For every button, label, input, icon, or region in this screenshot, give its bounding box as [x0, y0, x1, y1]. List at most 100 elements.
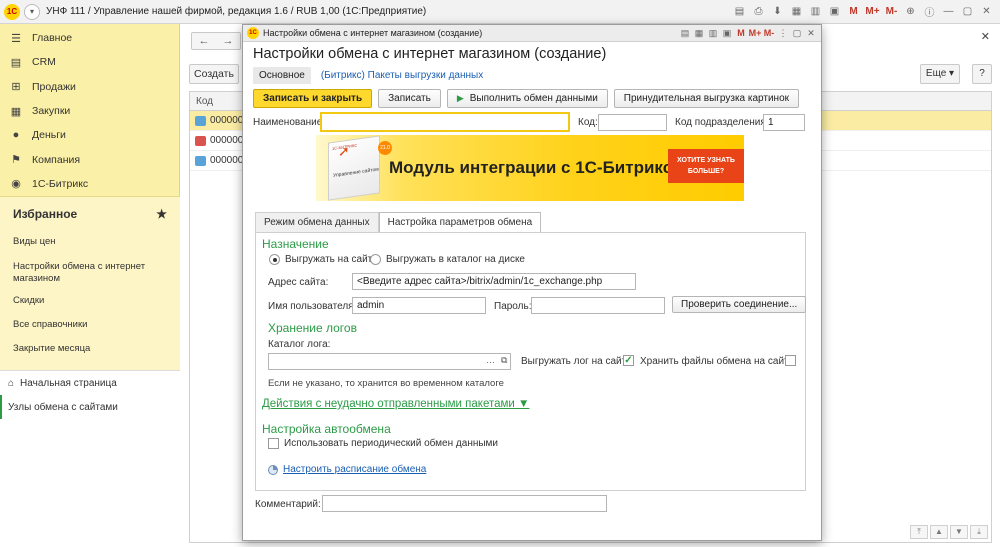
play-icon: ▶ — [456, 93, 464, 103]
open-window-item[interactable]: Узлы обмена с сайтами — [0, 395, 180, 419]
failed-packages-link[interactable]: Действия с неудачно отправленными пакета… — [262, 398, 529, 410]
keep-files-checkbox[interactable] — [785, 355, 796, 366]
scroll-top-icon[interactable]: ⤒ — [910, 525, 928, 539]
minimize-icon[interactable]: — — [941, 4, 956, 19]
favorite-item[interactable]: Все справочники — [0, 319, 180, 331]
exchange-settings-dialog: 1С Настройки обмена с интернет магазином… — [242, 24, 822, 541]
save-icon[interactable]: ⬇ — [770, 4, 785, 19]
calculator-icon[interactable]: ▣ — [721, 26, 733, 40]
forward-arrow-icon[interactable]: → — [216, 33, 240, 49]
code-input[interactable] — [598, 114, 667, 131]
main-menu-icon[interactable]: ▾ — [24, 3, 40, 20]
banner-cta[interactable]: ХОТИТЕ УЗНАТЬ БОЛЬШЕ? — [668, 149, 744, 183]
favorite-item[interactable]: Скидки — [0, 295, 180, 307]
table-icon[interactable]: ▦ — [693, 26, 705, 40]
home-icon: ⌂ — [8, 377, 15, 389]
choose-dir-icon[interactable]: … — [486, 355, 495, 365]
periodic-exchange-checkbox[interactable] — [268, 438, 279, 449]
tab-exchange-params[interactable]: Настройка параметров обмена — [378, 212, 542, 233]
password-input[interactable] — [531, 297, 665, 314]
home-page-link[interactable]: ⌂ Начальная страница — [0, 371, 180, 395]
tab-main[interactable]: Основное — [253, 67, 311, 84]
upload-log-checkbox[interactable]: ✓ — [623, 355, 634, 366]
site-address-input[interactable]: <Введите адрес сайта>/bitrix/admin/1c_ex… — [352, 273, 636, 290]
scroll-down-icon[interactable]: ▼ — [950, 525, 968, 539]
sidebar-item-main[interactable]: ☰ Главное — [0, 26, 179, 50]
tab-packages-link[interactable]: (Битрикс) Пакеты выгрузки данных — [321, 70, 483, 81]
password-label: Пароль: — [494, 301, 532, 312]
table-icon[interactable]: ▦ — [789, 4, 804, 19]
more-button[interactable]: Еще ▾ — [920, 64, 960, 84]
sidebar: ☰ Главное ▤ CRM ⊞ Продажи ▦ Закупки ● Деньги … — [0, 24, 180, 547]
upload-log-label: Выгружать лог на сайт: — [521, 356, 629, 367]
calculator-icon[interactable]: ▣ — [827, 4, 842, 19]
favorite-item[interactable]: Настройки обмена с интернет магазином — [0, 261, 180, 285]
sidebar-item-sales[interactable]: ⊞ Продажи — [0, 75, 179, 99]
favorites-header: Избранное ★ — [0, 197, 180, 221]
close-icon[interactable]: ✕ — [805, 26, 817, 40]
radio-upload-disk[interactable]: Выгружать в каталог на диске — [370, 254, 525, 265]
more-options-icon[interactable]: ⋮ — [777, 26, 789, 40]
save-button[interactable]: Записать — [378, 89, 441, 108]
memory-plus-button[interactable]: M+ — [865, 4, 880, 19]
keep-files-label: Хранить файлы обмена на сайте: — [640, 356, 797, 367]
star-icon[interactable]: ★ — [156, 207, 167, 221]
log-dir-input[interactable] — [268, 353, 511, 370]
dialog-window-title: Настройки обмена с интернет магазином (с… — [263, 28, 483, 38]
zoom-icon[interactable]: ⊕ — [903, 4, 918, 19]
radio-upload-site[interactable]: Выгружать на сайт — [269, 254, 372, 265]
subdivision-code-input[interactable]: 1 — [763, 114, 805, 131]
product-box-image: 1С-БИТРИКС Управление сайтом — [328, 135, 380, 201]
memory-button[interactable]: M — [735, 26, 747, 40]
close-form-icon[interactable]: ✕ — [981, 30, 990, 43]
favorite-item[interactable]: Виды цен — [0, 236, 180, 248]
app-title: УНФ 111 / Управление нашей фирмой, редак… — [46, 6, 427, 17]
favorite-item[interactable]: Закрытие месяца — [0, 343, 180, 355]
open-dir-icon[interactable]: ⧉ — [501, 355, 507, 366]
node-icon — [195, 115, 206, 126]
name-input[interactable] — [320, 112, 570, 132]
restore-icon[interactable]: ▢ — [791, 26, 803, 40]
scroll-up-icon[interactable]: ▲ — [930, 525, 948, 539]
sidebar-item-crm[interactable]: ▤ CRM — [0, 50, 179, 74]
sidebar-item-bitrix[interactable]: ◉ 1С-Битрикс — [0, 172, 179, 196]
info-icon[interactable]: ⓘ — [922, 4, 937, 19]
calendar-icon[interactable]: ▥ — [707, 26, 719, 40]
restore-icon[interactable]: ▢ — [960, 4, 975, 19]
check-connection-button[interactable]: Проверить соединение... — [672, 296, 807, 313]
app-title-bar: 1С ▾ УНФ 111 / Управление нашей фирмой, … — [0, 0, 1000, 24]
force-images-button[interactable]: Принудительная выгрузка картинок — [613, 89, 800, 108]
dialog-toolbar: Записать и закрыть Записать ▶ Выполнить о… — [253, 89, 800, 108]
tab-exchange-mode[interactable]: Режим обмена данных — [255, 212, 379, 232]
memory-plus-button[interactable]: M+ — [749, 26, 762, 40]
memory-minus-button[interactable]: M- — [884, 4, 899, 19]
print-icon[interactable]: ⎙ — [751, 4, 766, 19]
username-input[interactable]: admin — [352, 297, 486, 314]
run-exchange-button[interactable]: ▶ Выполнить обмен данными — [446, 89, 608, 108]
schedule-link[interactable]: Настроить расписание обмена — [283, 464, 426, 475]
dialog-heading: Настройки обмена с интернет магазином (с… — [253, 46, 607, 62]
run-exchange-label: Выполнить обмен данными — [469, 93, 598, 104]
comment-input[interactable] — [322, 495, 607, 512]
version-badge: 21.0 — [378, 141, 392, 155]
memory-button[interactable]: M — [846, 4, 861, 19]
node-icon — [195, 135, 206, 146]
help-button[interactable]: ? — [972, 64, 992, 84]
history-nav: ← → — [191, 32, 241, 50]
close-icon[interactable]: ✕ — [979, 4, 994, 19]
save-and-close-button[interactable]: Записать и закрыть — [253, 89, 373, 108]
sidebar-item-company[interactable]: ⚑ Компания — [0, 147, 179, 171]
bitrix-banner[interactable]: 1С-БИТРИКС Управление сайтом ➚ 21.0 Моду… — [316, 135, 744, 201]
dialog-tabs: Основное (Битрикс) Пакеты выгрузки данны… — [253, 67, 483, 84]
radio-selected-icon — [269, 254, 280, 265]
doc-icon[interactable]: ▤ — [679, 26, 691, 40]
back-arrow-icon[interactable]: ← — [192, 33, 216, 49]
subdivision-code-label: Код подразделения: — [675, 117, 769, 128]
doc-icon[interactable]: ▤ — [732, 4, 747, 19]
create-button[interactable]: Создать — [189, 64, 239, 84]
memory-minus-button[interactable]: M- — [763, 26, 775, 40]
scroll-bottom-icon[interactable]: ⤓ — [970, 525, 988, 539]
calendar-icon[interactable]: ▥ — [808, 4, 823, 19]
sidebar-item-purchases[interactable]: ▦ Закупки — [0, 99, 179, 123]
sidebar-item-money[interactable]: ● Деньги — [0, 123, 179, 147]
